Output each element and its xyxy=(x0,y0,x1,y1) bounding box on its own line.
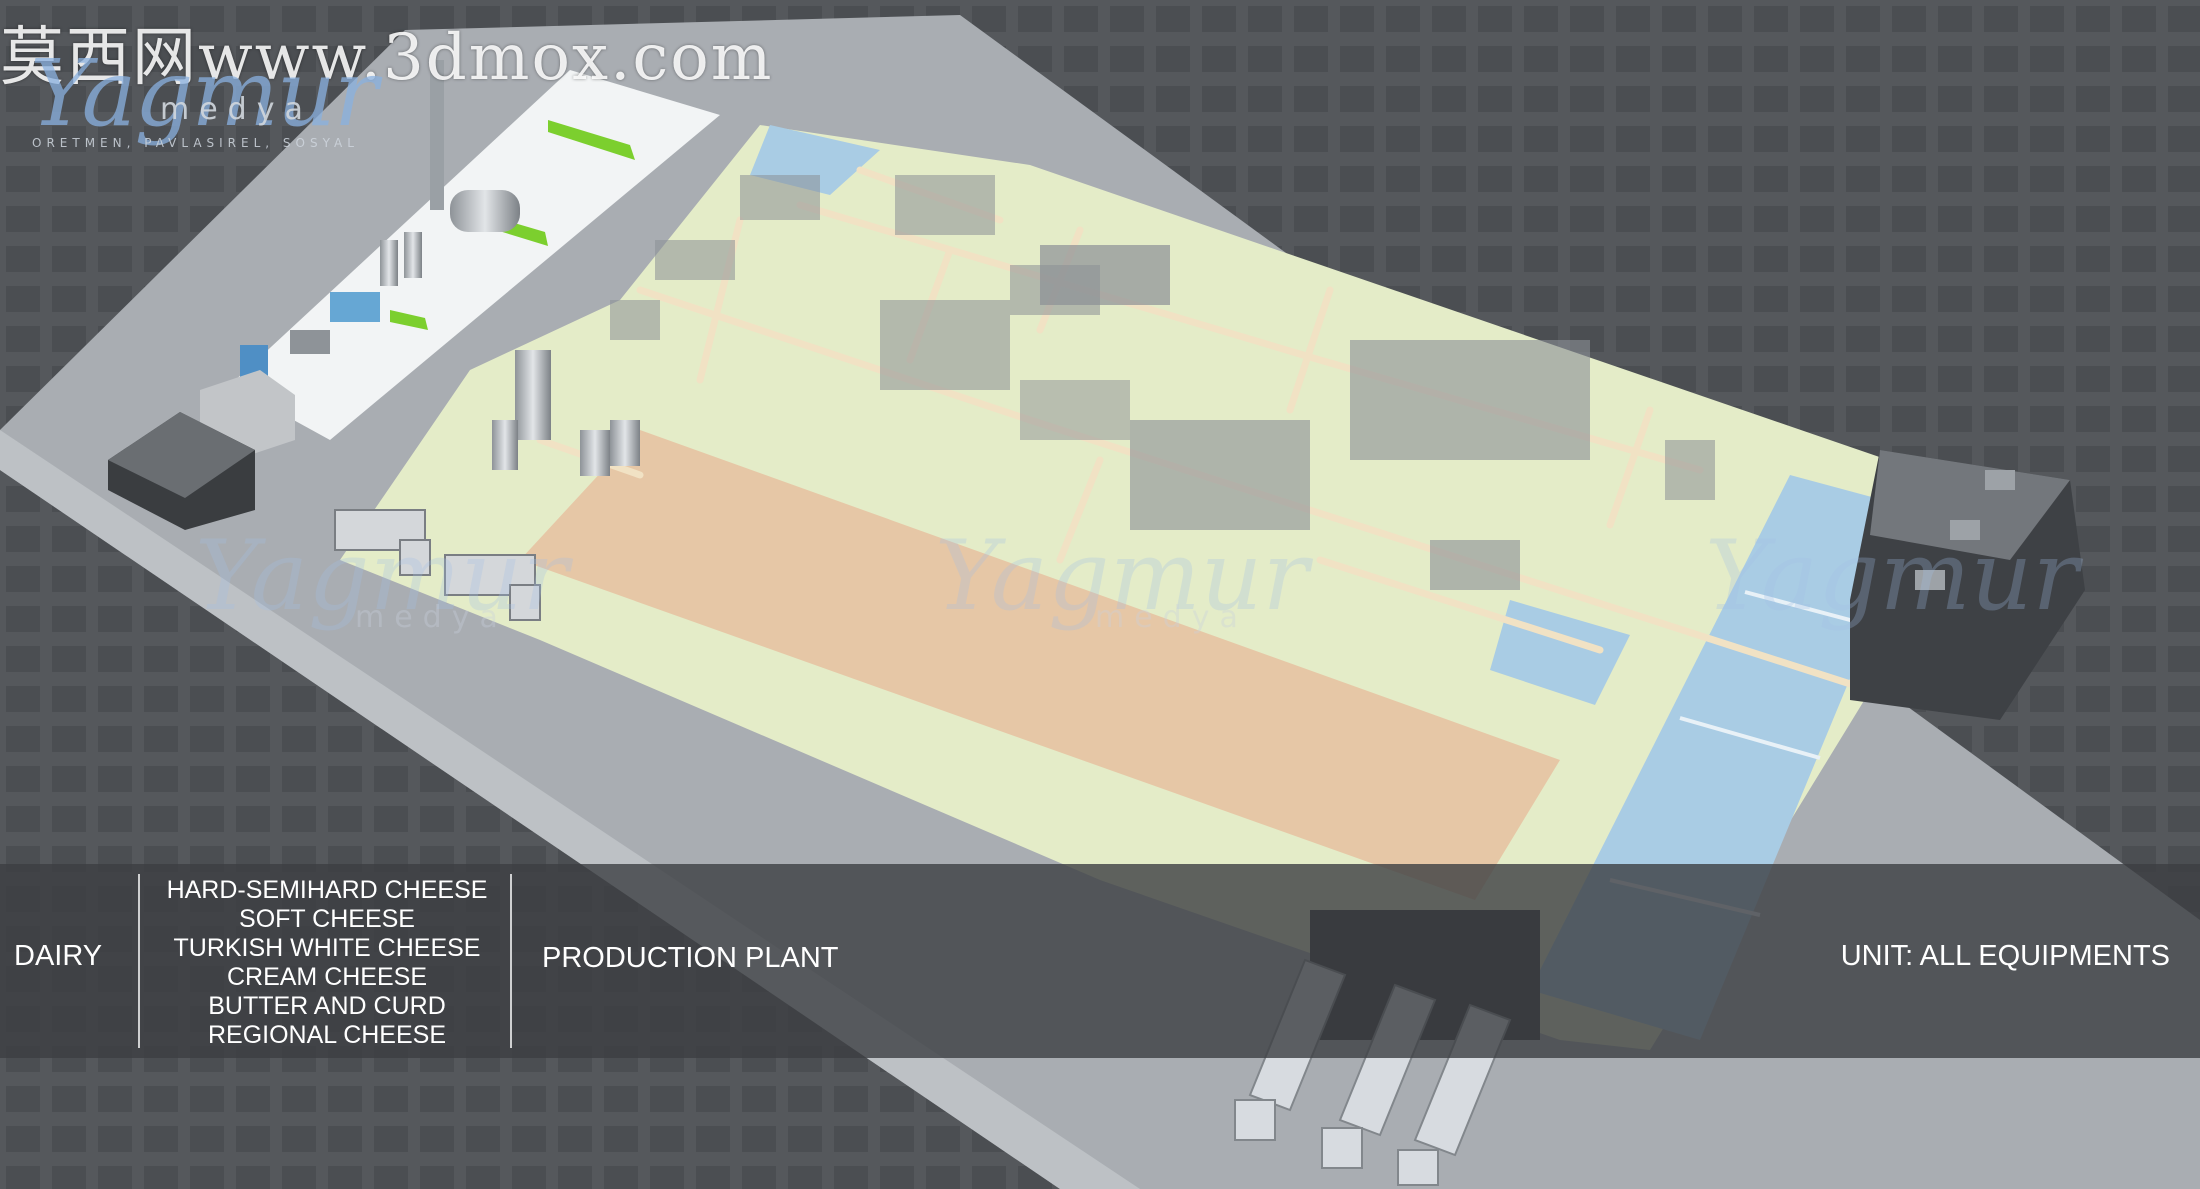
gray-unit xyxy=(290,330,330,354)
brand-sub-text: medya xyxy=(160,92,313,127)
facility-label: PRODUCTION PLANT xyxy=(542,942,839,974)
silo-2 xyxy=(492,420,518,470)
divider-left xyxy=(138,874,140,1048)
tank-unit-2 xyxy=(404,232,422,278)
tank-3 xyxy=(580,430,610,476)
product-item: SOFT CHEESE xyxy=(239,905,415,933)
boiler xyxy=(450,190,520,232)
product-item: HARD-SEMIHARD CHEESE xyxy=(166,876,488,904)
brand-tagline: ORETMEN, PAVLASIREL, SOSYAL xyxy=(32,136,359,150)
ghost-watermark-1-sub: medya xyxy=(355,600,508,635)
product-item: BUTTER AND CURD xyxy=(208,992,446,1020)
product-list: HARD-SEMIHARD CHEESE SOFT CHEESE TURKISH… xyxy=(142,876,512,1050)
silo-1 xyxy=(515,350,551,440)
product-item: REGIONAL CHEESE xyxy=(207,1021,447,1049)
unit-label: UNIT: ALL EQUIPMENTS xyxy=(1840,940,2170,972)
ghost-watermark-2-sub: medya xyxy=(1095,600,1248,635)
tank-4 xyxy=(610,420,640,466)
product-item: TURKISH WHITE CHEESE xyxy=(173,934,481,962)
tank-unit-1 xyxy=(380,240,398,286)
product-item: CREAM CHEESE xyxy=(226,963,428,991)
blue-unit-1 xyxy=(330,292,380,322)
brand-logo: Yagmur medya ORETMEN, PAVLASIREL, SOSYAL xyxy=(30,40,378,160)
category-label: DAIRY xyxy=(14,940,103,972)
ghost-watermark-3: Yagmur xyxy=(1705,520,2079,632)
